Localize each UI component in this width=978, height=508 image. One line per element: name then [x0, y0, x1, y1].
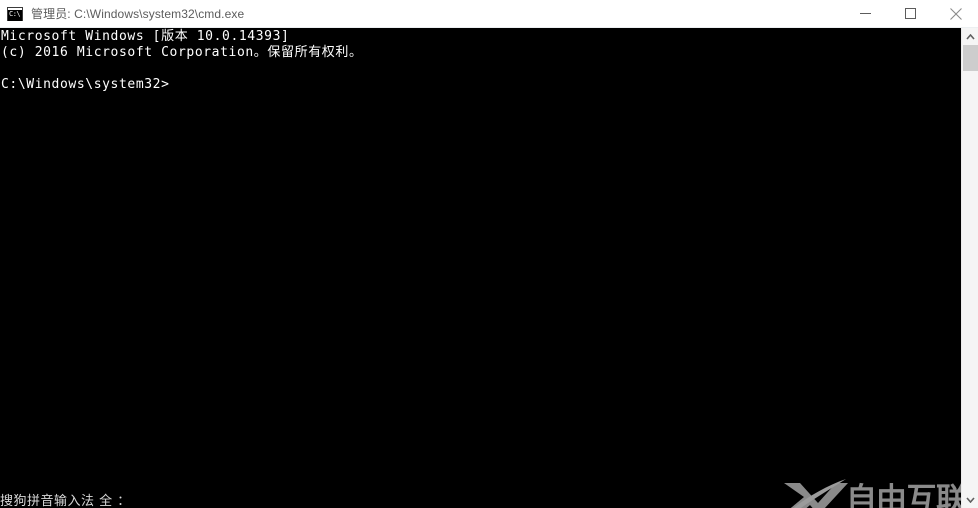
maximize-icon — [905, 8, 916, 19]
ime-status-text: 搜狗拼音输入法 全 ： — [0, 494, 131, 508]
scrollbar-thumb[interactable] — [963, 45, 978, 71]
icon-prompt-glyph: C:\ — [9, 9, 21, 18]
ime-status-bar: 搜狗拼音输入法 全 ： — [0, 490, 500, 508]
close-icon — [949, 7, 962, 20]
console-scrollbar[interactable] — [961, 28, 978, 508]
chevron-up-icon — [965, 33, 975, 40]
maximize-button[interactable] — [888, 0, 933, 27]
window-title: 管理员: C:\Windows\system32\cmd.exe — [31, 7, 245, 21]
chevron-down-icon — [965, 496, 975, 503]
watermark-x-logo-icon — [778, 477, 850, 508]
scroll-up-button[interactable] — [962, 28, 978, 45]
minimize-button[interactable] — [843, 0, 888, 27]
window-titlebar[interactable]: C:\ 管理员: C:\Windows\system32\cmd.exe — [0, 0, 978, 28]
console-output-area[interactable]: Microsoft Windows [版本 10.0.14393] (c) 20… — [0, 28, 961, 508]
close-button[interactable] — [933, 0, 978, 27]
minimize-icon — [860, 8, 871, 19]
site-watermark: 自由互联 — [778, 476, 961, 508]
cmd-console-icon: C:\ — [7, 6, 23, 21]
scrollbar-track[interactable] — [963, 71, 978, 491]
console-text: Microsoft Windows [版本 10.0.14393] (c) 20… — [1, 29, 363, 92]
window-controls — [843, 0, 978, 27]
watermark-label: 自由互联 — [846, 481, 961, 508]
cmd-window: C:\ 管理员: C:\Windows\system32\cmd.exe Mic… — [0, 0, 978, 508]
scroll-down-button[interactable] — [962, 491, 978, 508]
